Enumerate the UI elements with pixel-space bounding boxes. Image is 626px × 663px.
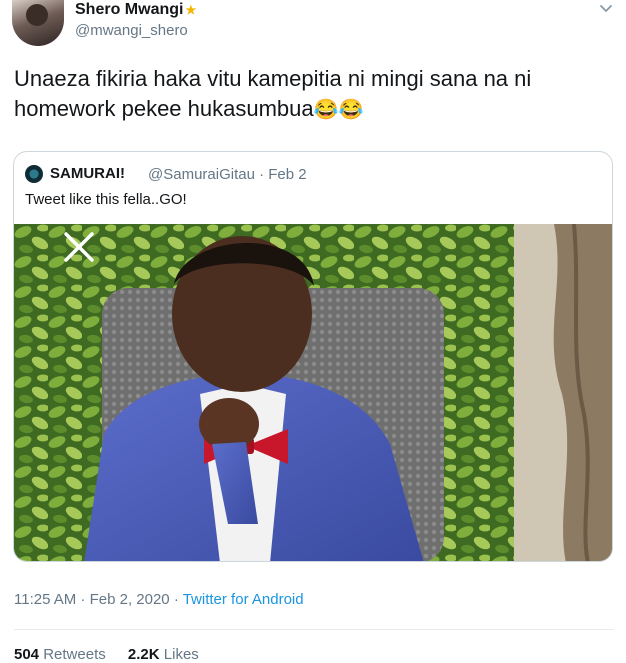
quoted-text: Tweet like this fella..GO! (25, 191, 187, 208)
tweet-timestamp[interactable]: 11:25 AM · Feb 2, 2020 · (14, 591, 183, 608)
retweets-label: Retweets (43, 646, 106, 663)
author-handle[interactable]: @mwangi_shero (75, 22, 188, 39)
likes-count: 2.2K (127, 646, 160, 663)
likes-stat[interactable]: 2.2K Likes (128, 646, 199, 663)
tweet-timestamp-source: 11:25 AM · Feb 2, 2020 · Twitter for And… (14, 591, 304, 608)
divider (14, 629, 614, 630)
tweet-body: Unaeza fikiria haka vitu kamepitia ni mi… (14, 66, 532, 121)
tweet-text: Unaeza fikiria haka vitu kamepitia ni mi… (14, 64, 614, 125)
retweets-stat[interactable]: 504 Retweets (14, 646, 106, 663)
quoted-handle-date: @SamuraiGitau · Feb 2 (148, 166, 307, 183)
quoted-media-image[interactable] (14, 224, 613, 562)
chevron-down-icon[interactable] (598, 0, 614, 16)
star-emoji-icon: ★ (185, 3, 197, 17)
likes-label: Likes (163, 646, 199, 663)
author-display-name[interactable]: Shero Mwangi ★ (75, 1, 196, 19)
tweet-stats: 504 Retweets 2.2K Likes (14, 646, 217, 663)
retweets-count: 504 (14, 646, 40, 663)
quoted-tweet[interactable]: SAMURAI! @SamuraiGitau · Feb 2 Tweet lik… (13, 151, 613, 562)
quoted-avatar[interactable] (25, 165, 43, 183)
quoted-display-name[interactable]: SAMURAI! (50, 165, 125, 182)
author-name-text: Shero Mwangi (75, 1, 184, 18)
tears-of-joy-emoji: 😂😂 (313, 99, 364, 121)
author-avatar[interactable] (12, 0, 64, 46)
tweet-source-link[interactable]: Twitter for Android (183, 591, 304, 608)
